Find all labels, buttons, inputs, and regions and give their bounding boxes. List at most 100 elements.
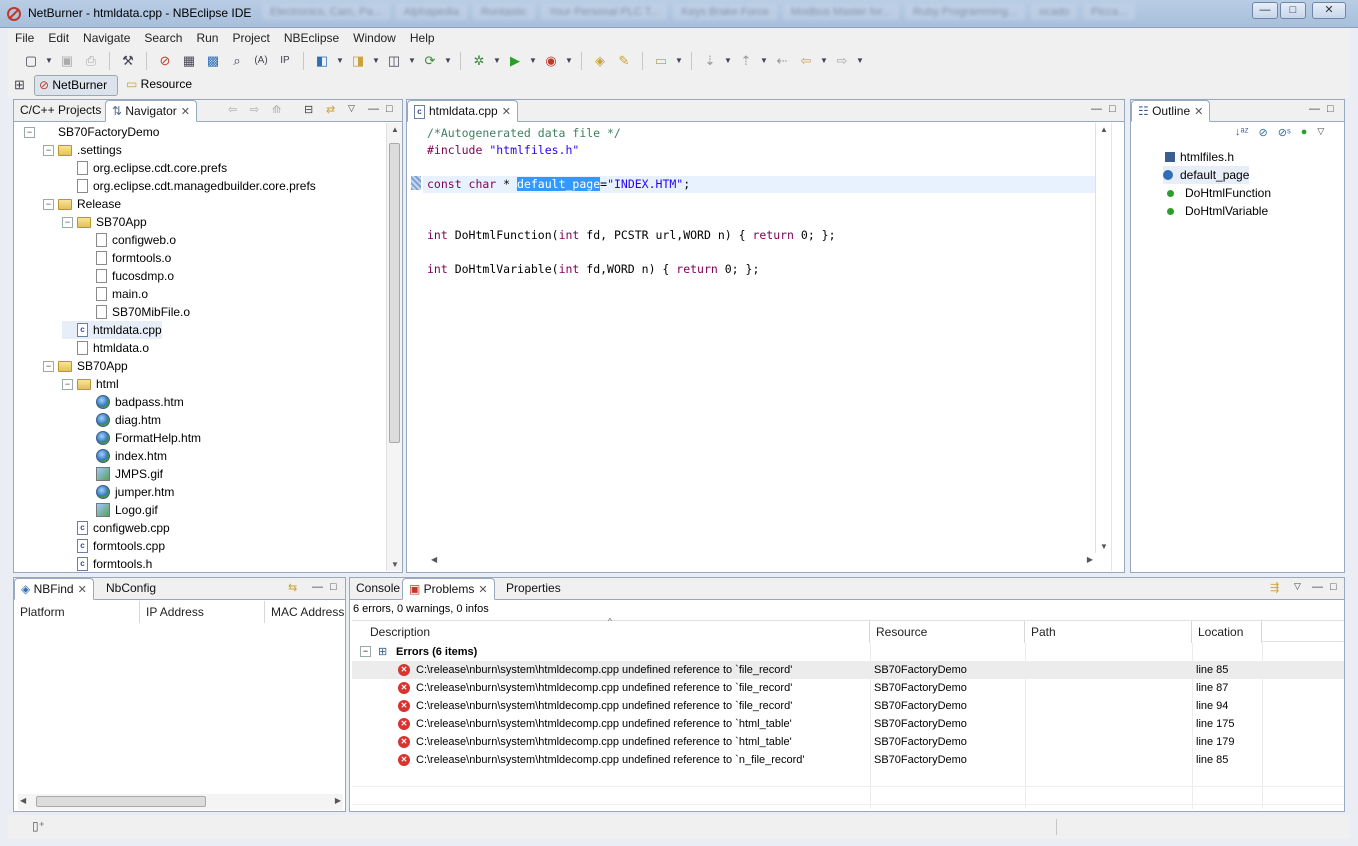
problem-row[interactable]: ✕ C:\release\nburn\system\htmldecomp.cpp … — [352, 715, 1344, 733]
menu-run[interactable]: Run — [189, 29, 225, 48]
tree-item[interactable]: org.eclipse.cdt.managedbuilder.core.pref… — [62, 177, 316, 195]
dropdown-icon[interactable]: ▼ — [492, 51, 502, 71]
collapse-all-icon[interactable]: ⊟ — [304, 103, 313, 116]
tree-item[interactable]: Logo.gif — [81, 501, 158, 519]
open-type-icon[interactable]: ◈ — [589, 51, 611, 71]
ip-icon[interactable]: IP — [274, 51, 296, 71]
calendar-icon[interactable]: ▦ — [178, 51, 200, 71]
close-icon[interactable]: ✕ — [1194, 106, 1203, 118]
problem-row[interactable]: ✕ C:\release\nburn\system\htmldecomp.cpp … — [352, 751, 1344, 769]
tree-item[interactable]: badpass.htm — [81, 393, 184, 411]
menu-nbeclipse[interactable]: NBEclipse — [277, 29, 346, 48]
minimize-view-icon[interactable]: — — [1091, 103, 1102, 115]
menu-help[interactable]: Help — [403, 29, 442, 48]
close-button[interactable]: ✕ — [1312, 2, 1346, 19]
code-line-3[interactable]: const char * default_page="INDEX.HTM"; — [427, 176, 690, 193]
new-file-icon[interactable]: ◫ — [383, 51, 405, 71]
new-folder-icon[interactable]: ◨ — [347, 51, 369, 71]
external-tools-icon[interactable]: ◉ — [540, 51, 562, 71]
navigator-scrollbar[interactable]: ▲ ▼ — [386, 123, 402, 571]
outline-item-dohtmlvariable[interactable]: DoHtmlVariable — [1165, 202, 1268, 220]
column-mac-address[interactable]: MAC Address — [265, 601, 345, 623]
maximize-view-icon[interactable]: □ — [386, 103, 393, 115]
close-icon[interactable]: ✕ — [478, 584, 487, 596]
perspective-resource[interactable]: ▭ Resource — [124, 75, 192, 96]
tree-item[interactable]: SB70MibFile.o — [81, 303, 190, 321]
link-editor-icon[interactable]: ⇄ — [326, 103, 335, 116]
menu-window[interactable]: Window — [346, 29, 403, 48]
code-line-2[interactable]: #include "htmlfiles.h" — [427, 142, 579, 159]
outline-item-default-page[interactable]: default_page — [1163, 166, 1250, 184]
tab-console[interactable]: Console — [350, 578, 406, 600]
maximize-view-icon[interactable]: □ — [1327, 103, 1334, 115]
back-icon[interactable]: ⇦ — [228, 103, 237, 116]
tree-item[interactable]: c configweb.cpp — [62, 519, 170, 537]
tree-item[interactable]: jumper.htm — [81, 483, 174, 501]
save-icon[interactable]: ▣ — [56, 51, 78, 71]
next-annotation-icon[interactable]: ⇣ — [699, 51, 721, 71]
view-menu-icon[interactable]: ▽ — [348, 103, 355, 114]
tree-item[interactable]: fucosdmp.o — [81, 267, 174, 285]
menu-edit[interactable]: Edit — [41, 29, 76, 48]
error-group-row[interactable]: − ⊞ Errors (6 items) — [352, 643, 1344, 661]
collapse-icon[interactable]: − — [24, 126, 35, 138]
collapse-icon[interactable]: − — [360, 646, 371, 657]
prev-annotation-icon[interactable]: ⇡ — [735, 51, 757, 71]
problem-row[interactable]: ✕ C:\release\nburn\system\htmldecomp.cpp … — [352, 697, 1344, 715]
dropdown-icon[interactable]: ▼ — [855, 51, 865, 71]
dropdown-icon[interactable]: ▼ — [674, 51, 684, 71]
minimize-view-icon[interactable]: — — [1309, 103, 1320, 115]
new-project-icon[interactable]: ◧ — [311, 51, 333, 71]
column-location[interactable]: Location — [1192, 621, 1262, 643]
tree-item[interactable]: − SB70FactoryDemo — [24, 123, 159, 141]
minimize-view-icon[interactable]: — — [1312, 581, 1323, 593]
fast-view-icon[interactable]: ▯⁺ — [32, 819, 45, 833]
run-icon[interactable]: ▶ — [504, 51, 526, 71]
problem-row[interactable]: ✕ C:\release\nburn\system\htmldecomp.cpp … — [352, 661, 1344, 679]
pencil-icon[interactable]: ✎ — [613, 51, 635, 71]
column-ip-address[interactable]: IP Address — [140, 601, 265, 623]
outline-item-include[interactable]: htmlfiles.h — [1165, 148, 1234, 166]
code-line-1[interactable]: /*Autogenerated data file */ — [427, 125, 621, 142]
text-icon[interactable]: (A) — [250, 51, 272, 71]
dropdown-icon[interactable]: ▼ — [564, 51, 574, 71]
configure-contents-icon[interactable]: ⇶ — [1270, 581, 1279, 594]
dropdown-icon[interactable]: ▼ — [371, 51, 381, 71]
image-icon[interactable]: ▩ — [202, 51, 224, 71]
menu-navigate[interactable]: Navigate — [76, 29, 137, 48]
tree-item[interactable]: − .settings — [43, 141, 122, 159]
minimize-view-icon[interactable]: — — [312, 581, 323, 593]
sort-icon[interactable]: ↓ᵃᶻ — [1235, 126, 1249, 139]
tab-outline[interactable]: ☷ Outline ✕ — [1131, 100, 1211, 122]
menu-search[interactable]: Search — [137, 29, 189, 48]
dropdown-icon[interactable]: ▼ — [723, 51, 733, 71]
dropdown-icon[interactable]: ▼ — [443, 51, 453, 71]
code-line-4[interactable]: int DoHtmlFunction(int fd, PCSTR url,WOR… — [427, 227, 836, 244]
collapse-icon[interactable]: − — [43, 198, 54, 210]
column-resource[interactable]: Resource — [870, 621, 1025, 643]
code-line-5[interactable]: int DoHtmlVariable(int fd,WORD n) { retu… — [427, 261, 759, 278]
tree-item[interactable]: − Release — [43, 195, 121, 213]
nbfind-hscrollbar[interactable]: ◀ ▶ — [18, 794, 343, 810]
dropdown-icon[interactable]: ▼ — [407, 51, 417, 71]
tab-properties[interactable]: Properties — [500, 578, 567, 600]
close-icon[interactable]: ✕ — [181, 106, 190, 118]
forward-icon[interactable]: ⇨ — [250, 103, 259, 116]
view-menu-icon[interactable]: ▽ — [1294, 581, 1301, 592]
debug-icon[interactable]: ✲ — [468, 51, 490, 71]
outline-item-dohtmlfunction[interactable]: DoHtmlFunction — [1165, 184, 1271, 202]
dropdown-icon[interactable]: ▼ — [819, 51, 829, 71]
problem-row[interactable]: ✕ C:\release\nburn\system\htmldecomp.cpp … — [352, 679, 1344, 697]
maximize-button[interactable]: □ — [1280, 2, 1306, 19]
tab-cpp-projects[interactable]: C/C++ Projects — [14, 100, 107, 122]
wrench-icon[interactable]: ⚒ — [117, 51, 139, 71]
tree-item[interactable]: c formtools.cpp — [62, 537, 165, 555]
menu-project[interactable]: Project — [225, 29, 276, 48]
perspective-netburner[interactable]: ⊘ NetBurner — [34, 75, 118, 96]
tree-item[interactable]: − html — [62, 375, 119, 393]
dropdown-icon[interactable]: ▼ — [44, 51, 54, 71]
minimize-button[interactable]: — — [1252, 2, 1278, 19]
tree-item[interactable]: org.eclipse.cdt.core.prefs — [62, 159, 227, 177]
dropdown-icon[interactable]: ▼ — [335, 51, 345, 71]
tree-item[interactable]: JMPS.gif — [81, 465, 163, 483]
